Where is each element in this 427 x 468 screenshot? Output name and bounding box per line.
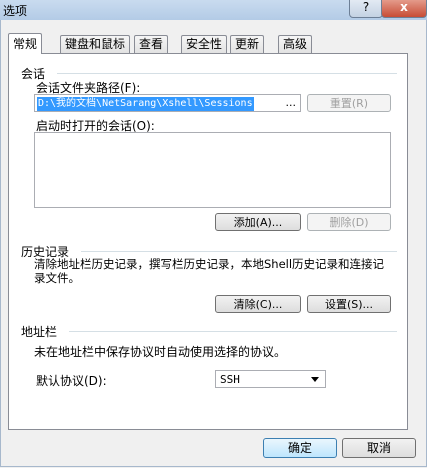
tab-advanced[interactable]: 高级 xyxy=(278,35,313,53)
ok-button[interactable]: 确定 xyxy=(263,438,337,458)
default-protocol-label: 默认协议(D): xyxy=(36,374,107,388)
history-separator xyxy=(81,251,397,252)
help-button[interactable]: ? xyxy=(349,0,383,18)
address-description: 未在地址栏中保存协议时自动使用选择的协议。 xyxy=(34,345,287,359)
session-separator xyxy=(57,73,397,74)
tab-view[interactable]: 查看 xyxy=(134,35,169,53)
general-panel: 会话 会话文件夹路径(F): D:\我的文档\NetSarang\Xshell\… xyxy=(8,53,408,430)
clear-history-button[interactable]: 清除(C)... xyxy=(215,295,301,313)
default-protocol-select[interactable]: SSH xyxy=(215,370,326,388)
delete-button[interactable]: 删除(D) xyxy=(307,213,391,231)
session-path-value: D:\我的文档\NetSarang\Xshell\Sessions xyxy=(37,97,254,111)
browse-button[interactable]: ... xyxy=(286,96,297,109)
default-protocol-value: SSH xyxy=(220,373,240,386)
address-separator xyxy=(69,331,397,332)
reset-button[interactable]: 重置(R) xyxy=(307,94,391,112)
tab-security[interactable]: 安全性 xyxy=(181,35,228,53)
title-bar: 选项 ? x xyxy=(0,0,427,21)
cancel-button[interactable]: 取消 xyxy=(342,438,416,458)
startup-sessions-list[interactable] xyxy=(34,132,391,208)
chevron-down-icon xyxy=(311,377,319,382)
tab-update[interactable]: 更新 xyxy=(230,35,265,53)
add-button[interactable]: 添加(A)... xyxy=(215,213,301,231)
history-settings-button[interactable]: 设置(S)... xyxy=(307,295,391,313)
address-group-label: 地址栏 xyxy=(21,325,58,339)
history-description: 清除地址栏历史记录，撰写栏历史记录，本地Shell历史记录和连接记录文件。 xyxy=(34,257,385,285)
tab-general[interactable]: 常规 xyxy=(8,33,43,54)
tab-keyboard-mouse[interactable]: 键盘和鼠标 xyxy=(60,35,131,53)
session-path-field[interactable]: D:\我的文档\NetSarang\Xshell\Sessions ... xyxy=(34,94,301,112)
close-button[interactable]: x xyxy=(381,0,427,18)
window-title: 选项 xyxy=(3,4,28,18)
